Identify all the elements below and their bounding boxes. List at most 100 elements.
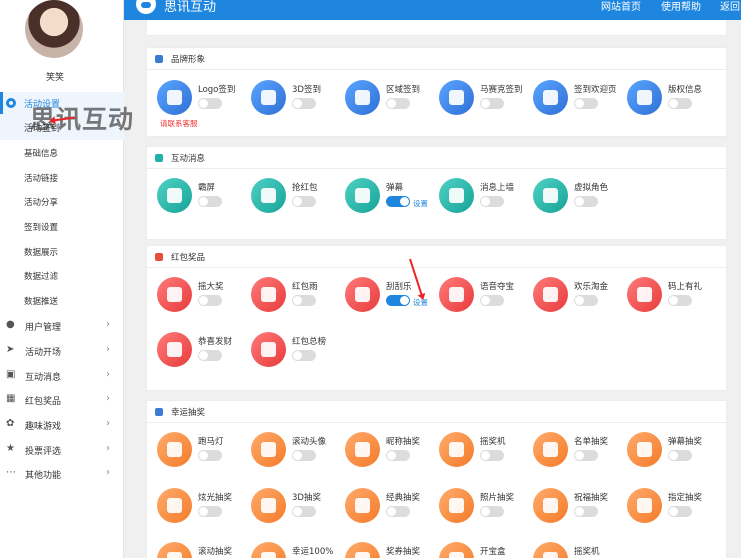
feature-toggle[interactable] — [480, 295, 504, 306]
feature-toggle[interactable] — [292, 295, 316, 306]
feature-icon[interactable] — [533, 488, 568, 523]
feature-toggle[interactable] — [668, 98, 692, 109]
feature-icon[interactable] — [157, 332, 192, 367]
feature-icon[interactable] — [533, 80, 568, 115]
feature-toggle[interactable] — [292, 450, 316, 461]
feature-icon[interactable] — [439, 542, 474, 558]
feature-toggle[interactable] — [198, 506, 222, 517]
feature-icon[interactable] — [345, 432, 380, 467]
sidebar-item-prizes[interactable]: ▦ 红包奖品 › — [6, 393, 118, 409]
feature-icon[interactable] — [157, 80, 192, 115]
feature-toggle[interactable] — [198, 98, 222, 109]
feature-toggle[interactable] — [574, 98, 598, 109]
feature-toggle[interactable] — [574, 506, 598, 517]
back-link[interactable]: 返回 — [720, 0, 740, 13]
feature-toggle[interactable] — [668, 506, 692, 517]
sidebar-subitem[interactable]: 基础信息 — [24, 147, 58, 159]
feature-icon[interactable] — [533, 542, 568, 558]
feature-icon[interactable] — [251, 332, 286, 367]
feature-icon[interactable] — [251, 178, 286, 213]
feature-icon[interactable] — [627, 432, 662, 467]
settings-link[interactable]: 设置 — [413, 198, 428, 209]
sidebar-subitem[interactable]: 数据展示 — [24, 246, 58, 258]
feature-icon[interactable] — [439, 178, 474, 213]
feature-toggle[interactable] — [386, 506, 410, 517]
feature-toggle[interactable] — [292, 196, 316, 207]
feature-glyph-icon — [543, 90, 558, 105]
feature-icon[interactable] — [251, 542, 286, 558]
feature-toggle[interactable] — [386, 450, 410, 461]
contact-support-link[interactable]: 请联系客服 — [160, 118, 198, 129]
feature-glyph-icon — [261, 188, 276, 203]
feature-icon[interactable] — [157, 432, 192, 467]
sidebar-item-other[interactable]: ⋯ 其他功能 › — [6, 467, 118, 483]
feature-icon[interactable] — [345, 488, 380, 523]
feature-icon[interactable] — [157, 542, 192, 558]
feature-toggle[interactable] — [574, 450, 598, 461]
feature-label: 区域签到 — [386, 85, 421, 95]
feature-icon[interactable] — [345, 542, 380, 558]
feature-toggle[interactable] — [198, 196, 222, 207]
feature-icon[interactable] — [157, 178, 192, 213]
avatar[interactable] — [25, 0, 83, 58]
sidebar-subitem[interactable]: 签到设置 — [24, 221, 58, 233]
sidebar-item-games[interactable]: ✿ 趣味游戏 › — [6, 418, 118, 434]
feature-icon[interactable] — [251, 488, 286, 523]
feature-glyph-icon — [355, 90, 370, 105]
user-icon: ● — [6, 319, 15, 330]
feature-icon[interactable] — [251, 80, 286, 115]
feature-icon[interactable] — [533, 432, 568, 467]
feature-icon[interactable] — [345, 277, 380, 312]
feature-icon[interactable] — [251, 277, 286, 312]
feature-label: 滚动抽奖 — [198, 547, 233, 557]
feature-toggle[interactable] — [292, 98, 316, 109]
feature-icon[interactable] — [251, 432, 286, 467]
feature-tile: 指定抽奖 — [627, 488, 721, 530]
feature-toggle[interactable] — [198, 350, 222, 361]
sidebar-subitem[interactable]: 数据过滤 — [24, 270, 58, 282]
feature-toggle[interactable] — [480, 506, 504, 517]
feature-icon[interactable] — [439, 432, 474, 467]
feature-toggle[interactable] — [198, 450, 222, 461]
feature-glyph-icon — [543, 287, 558, 302]
feature-icon[interactable] — [439, 488, 474, 523]
feature-tile: 消息上墙 — [439, 178, 533, 220]
feature-toggle[interactable] — [292, 350, 316, 361]
feature-toggle[interactable] — [386, 98, 410, 109]
feature-toggle[interactable] — [668, 450, 692, 461]
feature-icon[interactable] — [157, 488, 192, 523]
sidebar-subitem[interactable]: 活动链接 — [24, 172, 58, 184]
feature-icon[interactable] — [627, 488, 662, 523]
feature-toggle[interactable] — [386, 295, 410, 306]
chevron-right-icon: › — [106, 369, 110, 380]
feature-icon[interactable] — [345, 80, 380, 115]
feature-toggle[interactable] — [574, 196, 598, 207]
feature-toggle[interactable] — [480, 196, 504, 207]
sidebar-item-opening[interactable]: ➤ 活动开场 › — [6, 344, 118, 360]
feature-toggle[interactable] — [480, 98, 504, 109]
feature-toggle[interactable] — [668, 295, 692, 306]
feature-glyph-icon — [449, 90, 464, 105]
sidebar-subitem[interactable]: 活动分享 — [24, 196, 58, 208]
feature-icon[interactable] — [157, 277, 192, 312]
feature-toggle[interactable] — [480, 450, 504, 461]
feature-toggle[interactable] — [386, 196, 410, 207]
sidebar-subitem[interactable]: 数据推送 — [24, 295, 58, 307]
feature-icon[interactable] — [533, 277, 568, 312]
feature-icon[interactable] — [439, 277, 474, 312]
sidebar-item-messages[interactable]: ▣ 互动消息 › — [6, 369, 118, 385]
sidebar-item-user-management[interactable]: ● 用户管理 › — [6, 319, 118, 335]
feature-icon[interactable] — [533, 178, 568, 213]
section-interactive-messages: 互动消息 霸屏 抢红包 弹幕 设置 消息上墙 虚拟角色 — [146, 146, 727, 240]
feature-icon[interactable] — [345, 178, 380, 213]
sidebar-item-voting[interactable]: ★ 投票评选 › — [6, 443, 118, 459]
feature-icon[interactable] — [439, 80, 474, 115]
feature-icon[interactable] — [627, 80, 662, 115]
feature-toggle[interactable] — [574, 295, 598, 306]
home-link[interactable]: 网站首页 — [601, 0, 641, 13]
feature-toggle[interactable] — [292, 506, 316, 517]
help-link[interactable]: 使用帮助 — [661, 0, 701, 13]
section-brand: 品牌形象 Logo签到 请联系客服 3D签到 区域签到 马赛克签到 签到欢迎页 版权信息 — [146, 47, 727, 137]
feature-icon[interactable] — [627, 277, 662, 312]
feature-toggle[interactable] — [198, 295, 222, 306]
